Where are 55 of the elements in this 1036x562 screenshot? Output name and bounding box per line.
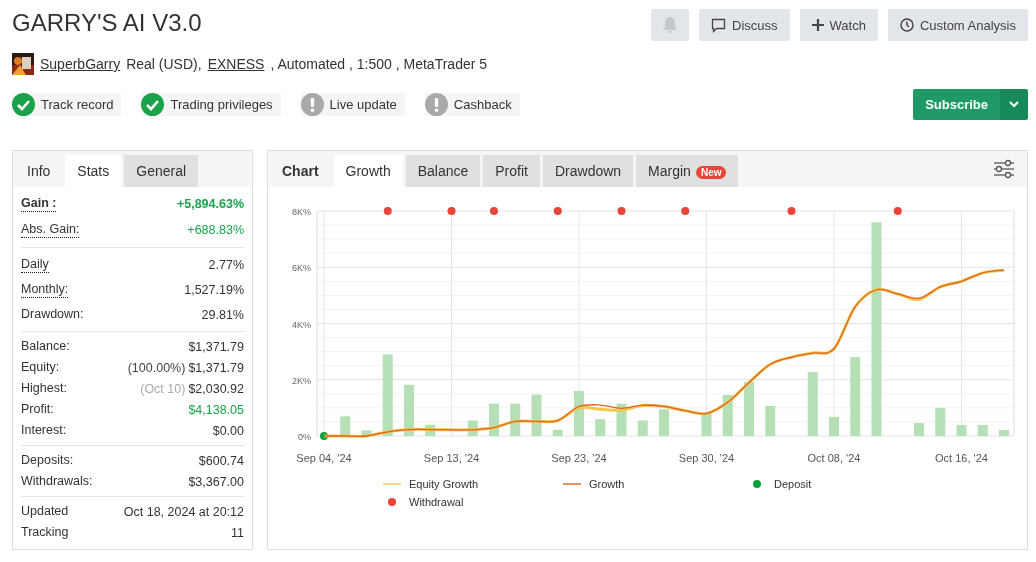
account-info: Real (USD),	[126, 56, 202, 72]
stat-value: 29.81%	[201, 307, 244, 322]
badge-label: Track record	[41, 97, 114, 112]
account-info: , Automated , 1:500 , MetaTrader 5	[270, 56, 488, 72]
stat-label: Tracking	[21, 524, 69, 541]
stat-label: Abs. Gain:	[21, 222, 80, 238]
legend-label: Withdrawal	[409, 496, 464, 508]
stat-value: $1,371.79	[188, 360, 244, 375]
stat-label: Profit:	[21, 401, 54, 418]
stat-value: $2,030.92	[188, 381, 244, 396]
axis-label: Oct 16, '24	[935, 452, 988, 464]
legend-label: Deposit	[774, 478, 812, 490]
legend-label: Equity Growth	[409, 478, 479, 490]
stat-value: $0.00	[212, 423, 244, 438]
axis-label: Oct 08, '24	[807, 452, 861, 464]
stat-label: Interest:	[21, 422, 67, 439]
stat-label: Daily	[21, 256, 49, 273]
axis-label: 8K%	[292, 207, 311, 217]
stat-value: Oct 18, 2024 at 20:12	[123, 504, 244, 519]
new-badge: New	[695, 166, 727, 179]
stat-value: $3,367.00	[188, 474, 244, 489]
axis-label: 2K%	[292, 375, 311, 386]
stat-note: (Oct 10)	[140, 381, 186, 396]
stat-value: $600.74	[198, 453, 244, 468]
panel-title: Info	[26, 162, 52, 181]
stat-value: +688.83%	[187, 223, 244, 237]
axis-label: Sep 04, '24	[296, 452, 352, 464]
stat-label: Updated	[21, 503, 69, 520]
stat-label: Monthly:	[21, 281, 69, 298]
stat-value: 11	[231, 525, 244, 540]
stat-label: Drawdown:	[21, 306, 84, 323]
axis-label: Sep 13, '24	[423, 452, 480, 464]
stat-value: $4,138.05	[188, 402, 244, 417]
stat-value: 1,527.19%	[184, 282, 244, 297]
stat-label: Equity:	[21, 359, 60, 376]
page-title: GARRY'S AI V3.0	[12, 9, 202, 38]
axis-label: 4K%	[292, 319, 311, 330]
badge-label: Trading privileges	[170, 97, 273, 112]
badge-label: Cashback	[453, 97, 512, 112]
stat-label: Highest:	[21, 380, 67, 397]
stat-value: $1,371.79	[188, 339, 244, 354]
axis-label: Sep 30, '24	[678, 452, 735, 464]
axis-label: 6K%	[292, 263, 311, 274]
axis-label: Sep 23, '24	[551, 452, 607, 464]
stat-label: Balance:	[21, 338, 70, 355]
stat-note: (100.00%)	[127, 360, 186, 375]
stat-label: Deposits:	[21, 452, 74, 469]
axis-label: 0%	[298, 432, 311, 442]
stat-value: 2.77%	[208, 257, 244, 272]
stat-label: Withdrawals:	[21, 473, 93, 490]
stat-label: Gain :	[21, 196, 57, 212]
panel-title: Chart	[281, 162, 320, 181]
legend-label: Growth	[589, 478, 625, 490]
badge-label: Live update	[329, 97, 397, 112]
stat-value: +5,894.63%	[176, 197, 244, 211]
